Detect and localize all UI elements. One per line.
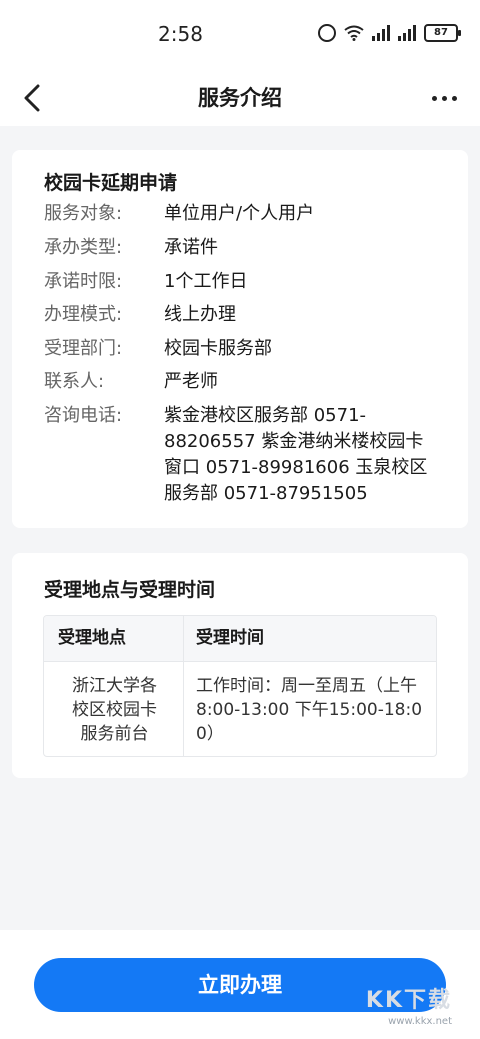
page-title: 服务介绍 (198, 86, 282, 110)
service-title: 校园卡延期申请 (44, 172, 178, 194)
info-row: 承诺时限: 1个工作日 (44, 269, 438, 295)
status-bar: 2:58 87 (0, 0, 480, 70)
info-row: 受理部门: 校园卡服务部 (44, 336, 438, 362)
info-row: 承办类型: 承诺件 (44, 235, 438, 261)
info-row: 办理模式: 线上办理 (44, 302, 438, 328)
nav-bar: 服务介绍 (0, 70, 480, 126)
info-row: 咨询电话: 紫金港校区服务部 0571-88206557 紫金港纳米楼校园卡窗口… (44, 403, 438, 507)
info-row: 服务对象: 单位用户/个人用户 (44, 201, 438, 227)
alarm-icon (318, 24, 336, 42)
info-value: 线上办理 (164, 304, 236, 325)
info-value: 1个工作日 (164, 271, 248, 292)
footer-bar: 立即办理 KK下载 www.kkx.net (0, 930, 480, 1039)
info-value: 承诺件 (164, 237, 218, 258)
watermark-logo: KK下载 (365, 988, 452, 1013)
wifi-icon (344, 25, 364, 41)
location-table: 受理地点 受理时间 浙江大学各校区校园卡服务前台 工作时间：周一至周五（上午8:… (43, 615, 437, 757)
service-info-card: 校园卡延期申请 服务对象: 单位用户/个人用户 承办类型: 承诺件 承诺时限: … (12, 150, 468, 528)
table-cell-place: 浙江大学各校区校园卡服务前台 (44, 661, 184, 756)
info-key: 服务对象: (44, 203, 123, 224)
status-icons: 87 (318, 24, 461, 42)
info-key: 受理部门: (44, 338, 123, 359)
more-dot-icon (451, 95, 457, 101)
location-card: 受理地点与受理时间 受理地点 受理时间 浙江大学各校区校园卡服务前台 工作时间：… (12, 553, 468, 778)
status-time: 2:58 (158, 22, 203, 46)
table-header-time: 受理时间 (184, 616, 436, 661)
info-value: 校园卡服务部 (164, 338, 272, 359)
watermark-url: www.kkx.net (388, 1016, 452, 1027)
info-key: 咨询电话: (44, 405, 123, 426)
signal-icon-1 (372, 25, 390, 41)
signal-icon-2 (398, 25, 416, 41)
phone-value: 紫金港校区服务部 0571-88206557 紫金港纳米楼校园卡窗口 0571-… (164, 405, 428, 504)
info-row: 联系人: 严老师 (44, 369, 438, 395)
info-value: 严老师 (164, 371, 218, 392)
table-cell-time: 工作时间：周一至周五（上午8:00-13:00 下午15:00-18:00） (184, 661, 436, 756)
info-key: 承办类型: (44, 237, 123, 258)
info-key: 联系人: (44, 371, 105, 392)
table-header-place: 受理地点 (44, 616, 184, 661)
location-title: 受理地点与受理时间 (44, 579, 216, 601)
info-key: 承诺时限: (44, 271, 123, 292)
info-value: 单位用户/个人用户 (164, 203, 315, 224)
info-key: 办理模式: (44, 304, 123, 325)
more-button[interactable] (424, 84, 464, 112)
battery-icon: 87 (424, 24, 461, 42)
more-dot-icon (441, 95, 447, 101)
more-dot-icon (431, 95, 437, 101)
